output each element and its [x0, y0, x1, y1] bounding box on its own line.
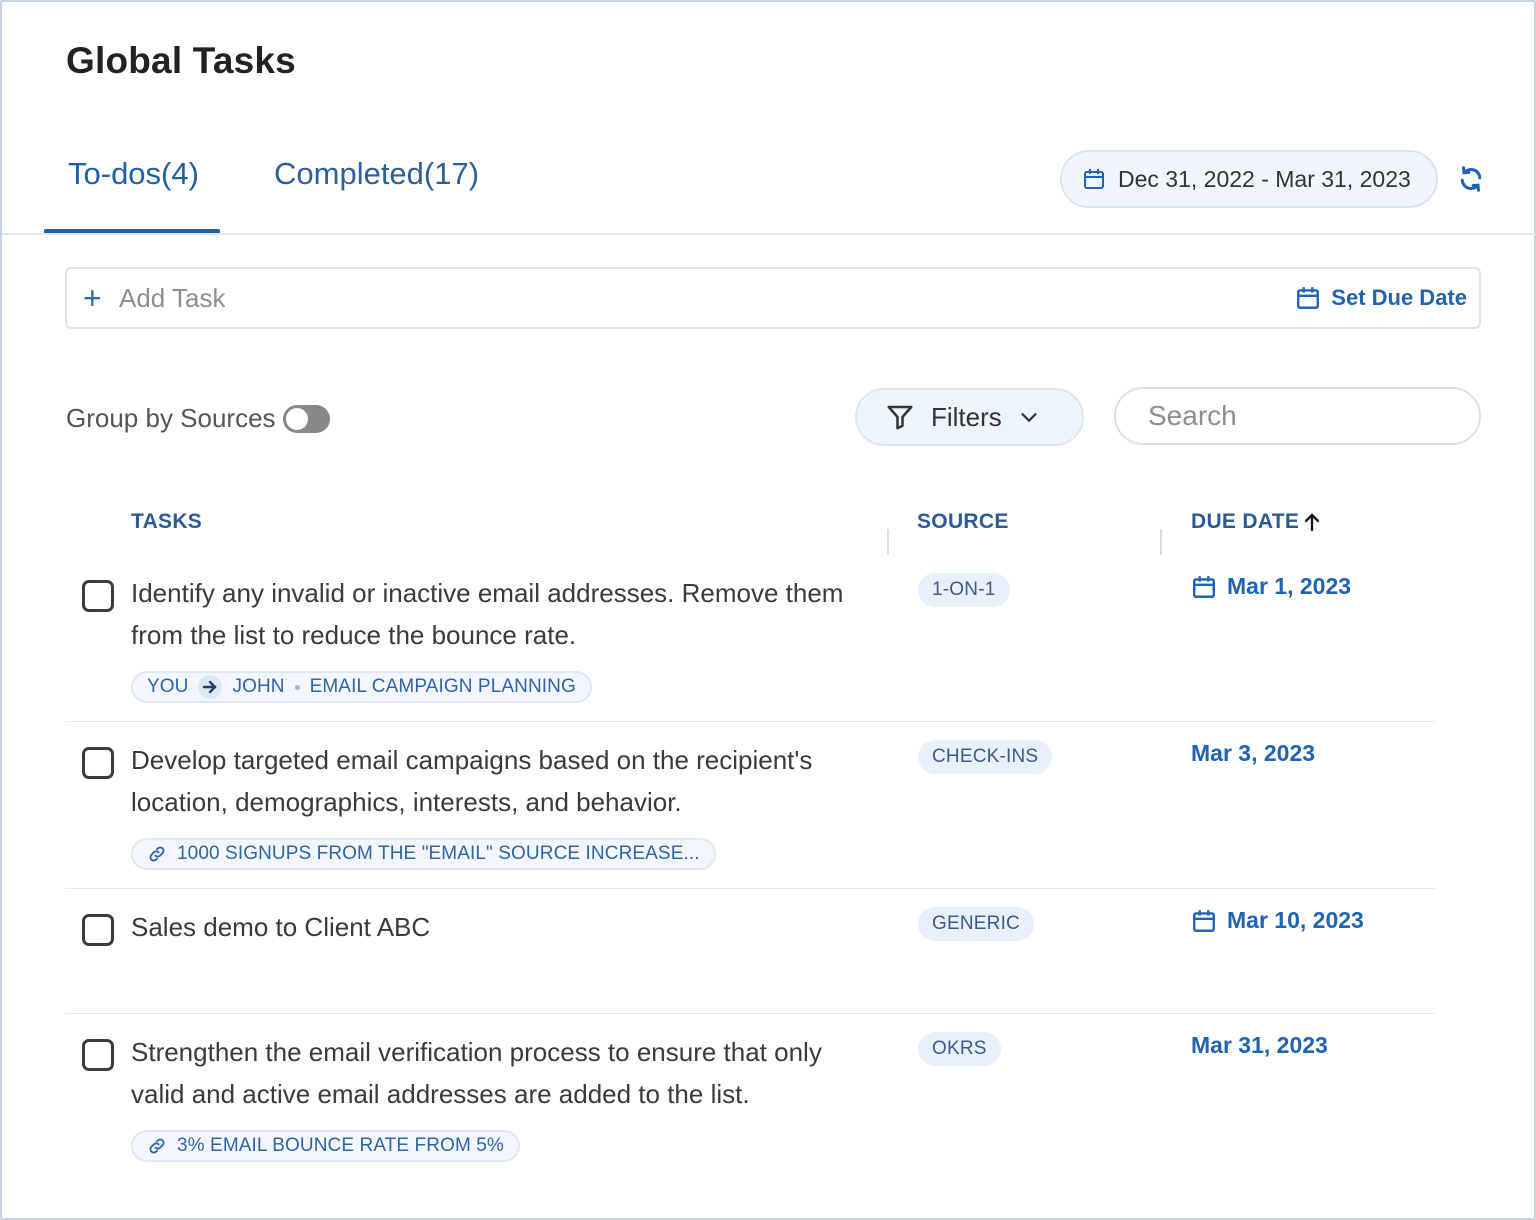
due-date[interactable]: Mar 1, 2023 — [1191, 573, 1351, 600]
linked-goal-label: 1000 SIGNUPS FROM THE "EMAIL" SOURCE INC… — [177, 843, 700, 864]
task-assignment-chip[interactable]: YOU JOHN EMAIL CAMPAIGN PLANNING — [131, 671, 592, 703]
calendar-icon — [1193, 575, 1215, 598]
global-tasks-panel: Global Tasks To-dos(4) Completed(17) Dec… — [0, 0, 1536, 1220]
column-header-tasks[interactable]: TASKS — [131, 510, 202, 534]
table-row: Strengthen the email verification proces… — [65, 1021, 1435, 1181]
table-row: Identify any invalid or inactive email a… — [65, 562, 1435, 722]
row-divider — [65, 888, 1435, 889]
link-icon — [149, 1138, 165, 1154]
task-checkbox[interactable] — [82, 580, 114, 612]
date-range-label: Dec 31, 2022 - Mar 31, 2023 — [1118, 165, 1411, 192]
page-title: Global Tasks — [66, 40, 296, 81]
task-text[interactable]: Strengthen the email verification proces… — [131, 1031, 871, 1115]
calendar-icon — [1297, 287, 1320, 309]
toggle-knob — [286, 408, 308, 430]
calendar-icon — [1084, 169, 1104, 189]
source-badge: 1-ON-1 — [918, 573, 1010, 607]
refresh-icon[interactable] — [1456, 164, 1486, 194]
search-input[interactable] — [1148, 400, 1509, 432]
due-date-label: Mar 1, 2023 — [1227, 573, 1352, 599]
assignment-from: YOU — [147, 676, 189, 697]
task-text[interactable]: Develop targeted email campaigns based o… — [131, 739, 871, 823]
tab-completed[interactable]: Completed(17) — [274, 156, 479, 192]
due-date-label: Mar 10, 2023 — [1227, 907, 1364, 933]
task-checkbox[interactable] — [82, 1039, 114, 1071]
link-icon — [149, 846, 165, 862]
group-by-sources-label: Group by Sources — [66, 403, 276, 433]
chevron-down-icon — [1021, 413, 1037, 423]
search-box — [1114, 387, 1509, 445]
sort-ascending-icon — [1304, 513, 1320, 532]
dot-separator — [294, 684, 300, 690]
row-divider — [65, 1013, 1435, 1014]
arrow-right-icon — [198, 675, 223, 699]
set-due-date-button[interactable]: Set Due Date — [1295, 285, 1467, 311]
source-badge: CHECK-INS — [918, 740, 1053, 774]
linked-goal-label: 3% EMAIL BOUNCE RATE FROM 5% — [177, 1135, 504, 1156]
plus-icon: + — [83, 280, 102, 316]
tabs-divider — [2, 233, 1536, 235]
calendar-icon — [1193, 909, 1215, 932]
due-date-label: Mar 3, 2023 — [1191, 740, 1316, 766]
group-by-sources-toggle[interactable] — [283, 405, 330, 433]
table-row: Develop targeted email campaigns based o… — [65, 729, 1435, 889]
add-task-bar: + Set Due Date — [65, 267, 1481, 329]
tab-todos[interactable]: To-dos(4) — [68, 156, 199, 192]
task-checkbox[interactable] — [82, 914, 114, 946]
row-divider — [65, 721, 1435, 722]
column-header-due-date-label: DUE DATE — [1191, 510, 1300, 533]
assignment-context: EMAIL CAMPAIGN PLANNING — [309, 676, 576, 697]
due-date[interactable]: Mar 3, 2023 — [1191, 740, 1315, 767]
linked-goal-chip[interactable]: 3% EMAIL BOUNCE RATE FROM 5% — [131, 1130, 520, 1162]
source-badge: GENERIC — [918, 907, 1034, 941]
table-row: Sales demo to Client ABC GENERIC Mar 10,… — [65, 896, 1435, 1014]
add-task-input[interactable] — [119, 282, 1296, 314]
linked-goal-chip[interactable]: 1000 SIGNUPS FROM THE "EMAIL" SOURCE INC… — [131, 838, 716, 870]
due-date[interactable]: Mar 31, 2023 — [1191, 1032, 1328, 1059]
due-date[interactable]: Mar 10, 2023 — [1191, 907, 1364, 934]
source-badge: OKRS — [918, 1032, 1001, 1066]
filters-label: Filters — [931, 401, 1002, 432]
date-range-picker[interactable]: Dec 31, 2022 - Mar 31, 2023 — [1060, 150, 1438, 208]
filters-button[interactable]: Filters — [855, 388, 1084, 446]
assignment-to: JOHN — [232, 676, 285, 697]
task-checkbox[interactable] — [82, 747, 114, 779]
due-date-label: Mar 31, 2023 — [1191, 1032, 1328, 1058]
filter-icon — [887, 405, 913, 430]
column-header-due-date[interactable]: DUE DATE — [1191, 510, 1321, 534]
task-text[interactable]: Sales demo to Client ABC — [131, 906, 871, 948]
column-header-source[interactable]: SOURCE — [917, 510, 1009, 534]
task-text[interactable]: Identify any invalid or inactive email a… — [131, 572, 871, 656]
column-resize-handle[interactable] — [887, 529, 889, 555]
set-due-date-label: Set Due Date — [1331, 285, 1467, 310]
column-resize-handle[interactable] — [1160, 529, 1162, 555]
